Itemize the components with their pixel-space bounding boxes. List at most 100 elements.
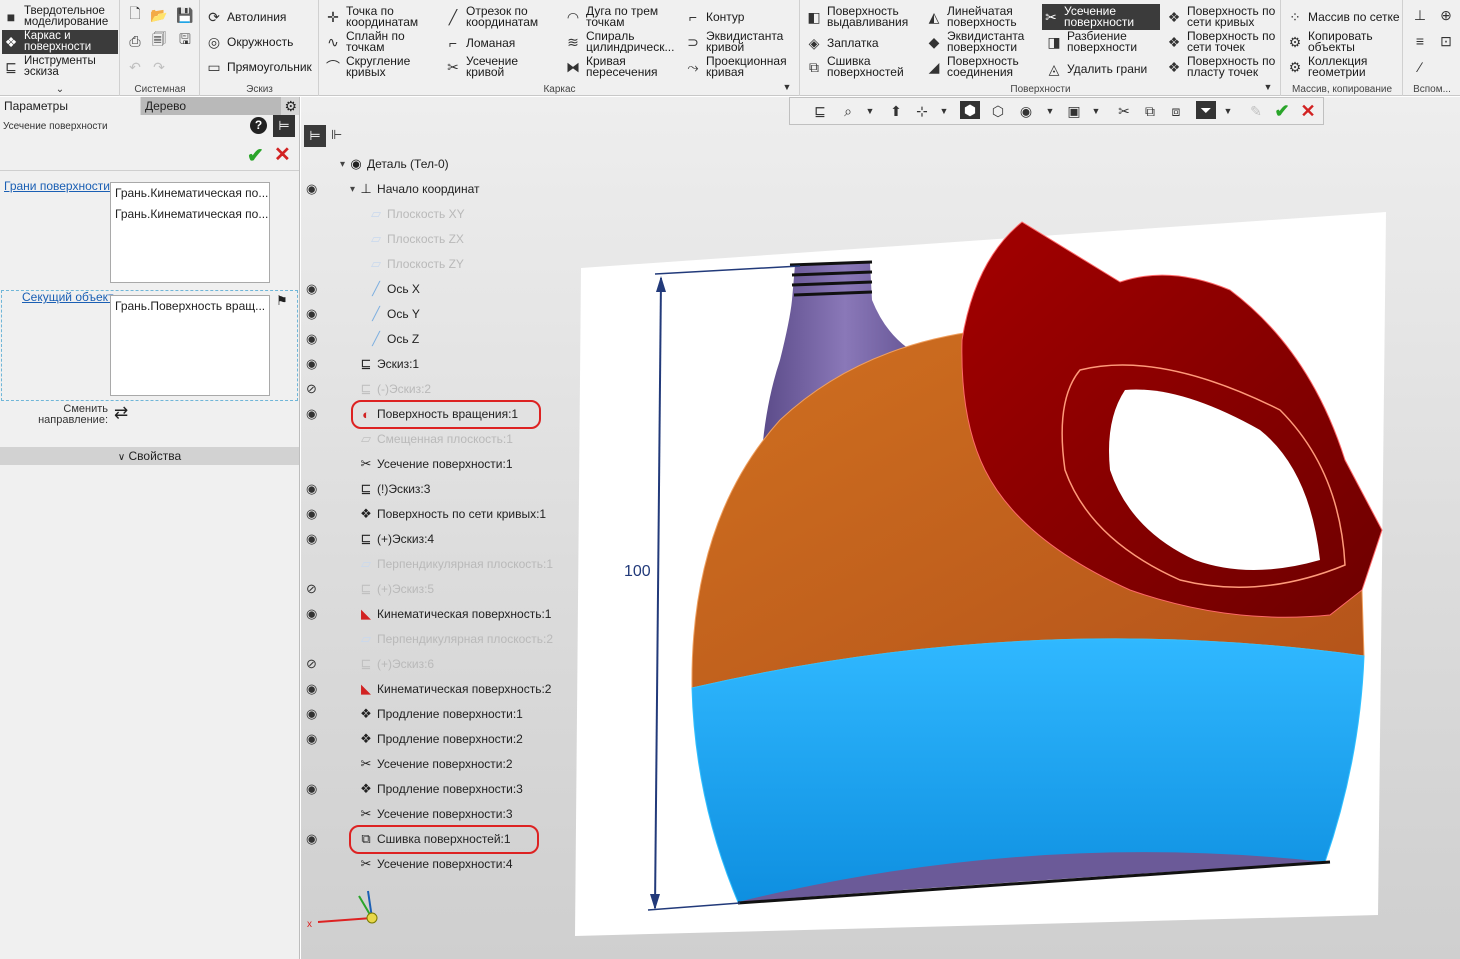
segment-button[interactable]: ╱ Отрезок по координатам — [444, 5, 544, 28]
tree-item[interactable]: ⊑ (+)Эскиз:5 — [358, 579, 435, 599]
wireframe-view-icon[interactable]: ⬡ — [988, 102, 1008, 120]
tree-item[interactable]: ⊑ (+)Эскиз:4 — [358, 529, 435, 549]
cancel-icon[interactable]: ✕ — [274, 142, 291, 167]
tree-item[interactable]: ⊑ (!)Эскиз:3 — [358, 479, 431, 499]
extrude-surface-button[interactable]: ◧ Поверхность выдавливания — [805, 5, 913, 28]
group-expand-icon[interactable]: ▼ — [777, 78, 797, 96]
trim-curve-button[interactable]: ✂ Усечение кривой — [444, 55, 526, 78]
preview-icon[interactable]: 🗐 — [149, 31, 169, 50]
tree-item[interactable]: ▱ Плоскость XY — [368, 204, 465, 224]
aux-tool-5-icon[interactable]: ∕ — [1410, 58, 1430, 76]
expand-icon[interactable]: ▾ — [340, 159, 345, 170]
grid-array-button[interactable]: ⁘ Массив по сетке — [1286, 8, 1399, 26]
tree-item[interactable]: ╱ Ось X — [368, 279, 420, 299]
open-folder-icon[interactable]: 📂 — [149, 6, 169, 24]
expand-icon[interactable]: ▾ — [350, 184, 355, 195]
tab-parameters[interactable]: Параметры — [0, 97, 140, 115]
eye-icon[interactable]: ◉ — [306, 732, 322, 745]
dropdown-arrow-icon[interactable]: ▼ — [860, 102, 880, 120]
tree-item[interactable]: ✂ Усечение поверхности:3 — [358, 804, 513, 824]
faces-label-link[interactable]: Грани поверхности — [4, 179, 110, 193]
mode-solid-button[interactable]: ■ Твердотельное моделирование — [2, 5, 118, 28]
dimension-value[interactable]: 100 — [624, 563, 651, 580]
projection-curve-button[interactable]: ⤳ Проекционная кривая — [684, 55, 792, 78]
tree-item[interactable]: ✂ Усечение поверхности:4 — [358, 854, 513, 874]
list-item[interactable]: Грань.Кинематическая по... — [111, 183, 269, 204]
gear-icon[interactable]: ⚙ — [284, 98, 297, 115]
helix-button[interactable]: ≋ Спираль цилиндрическ... — [564, 31, 678, 53]
tree-item[interactable]: ▾ ◉ Деталь (Тел-0) — [340, 154, 449, 174]
tree-item[interactable]: ⊑ Эскиз:1 — [358, 354, 420, 374]
properties-header[interactable]: ∨ Свойства — [0, 447, 299, 465]
eye-hidden-icon[interactable]: ⊘ — [306, 582, 322, 595]
curve-mesh-surface-button[interactable]: ❖ Поверхность по сети кривых — [1165, 5, 1279, 28]
autoline-button[interactable]: ⟳ Автолиния — [205, 8, 286, 26]
fillet-curves-button[interactable]: ⌒ Скругление кривых — [324, 55, 421, 78]
eye-icon[interactable]: ◉ — [306, 282, 322, 295]
model-3d-view[interactable]: 100 — [570, 200, 1400, 940]
eye-icon[interactable]: ◉ — [306, 307, 322, 320]
split-surface-button[interactable]: ◨ Разбиение поверхности — [1045, 30, 1147, 53]
cutter-list[interactable]: Грань.Поверхность вращ... — [110, 295, 270, 396]
ok-icon[interactable]: ✔ — [247, 143, 264, 168]
tree-item[interactable]: ▾ ⊥ Начало координат — [350, 179, 480, 199]
mode-sketch-button[interactable]: ⊑ Инструменты эскиза — [2, 55, 118, 78]
geometry-collection-button[interactable]: ⚙ Коллекция геометрии — [1286, 55, 1378, 78]
tree-item[interactable]: ⊑ (-)Эскиз:2 — [358, 379, 432, 399]
point-cloud-surface-button[interactable]: ❖ Поверхность по пласту точек — [1165, 55, 1279, 78]
undo-icon[interactable]: ↶ — [125, 58, 145, 76]
faces-list[interactable]: Грань.Кинематическая по... Грань.Кинемат… — [110, 182, 270, 283]
save-icon[interactable]: 💾 — [175, 6, 195, 24]
tree-item[interactable]: ✂ Усечение поверхности:2 — [358, 754, 513, 774]
tree-item[interactable]: ❖ Поверхность по сети кривых:1 — [358, 504, 546, 524]
tree-item[interactable]: ▱ Перпендикулярная плоскость:1 — [358, 554, 553, 574]
zoom-icon[interactable]: ⌕ — [838, 102, 858, 120]
delete-faces-button[interactable]: ◬ Удалить грани — [1045, 60, 1148, 78]
aux-tool-2-icon[interactable]: ⊕ — [1436, 6, 1456, 24]
eye-icon[interactable]: ◉ — [306, 832, 322, 845]
new-file-icon[interactable]: 🗋 — [125, 5, 145, 24]
stitch-button[interactable]: ⧉ Сшивка поверхностей — [805, 55, 911, 78]
pick-object-icon[interactable]: ⚑ — [276, 293, 288, 309]
point-mesh-surface-button[interactable]: ❖ Поверхность по сети точек — [1165, 30, 1279, 53]
shaded-view-icon[interactable]: ⬢ — [960, 101, 980, 119]
tree-structure-icon[interactable]: ⊩ — [331, 127, 342, 143]
switch-direction-icon[interactable]: ⇄ — [114, 403, 128, 423]
tree-item[interactable]: ╱ Ось Y — [368, 304, 420, 324]
tree-item[interactable]: ▱ Плоскость ZX — [368, 229, 464, 249]
eye-icon[interactable]: ◉ — [306, 482, 322, 495]
hide-icon[interactable]: ◉ — [1016, 102, 1036, 120]
apply-icon[interactable]: ✔ — [1272, 101, 1292, 121]
mode-surface-button[interactable]: ❖ Каркас и поверхности — [2, 30, 118, 54]
eye-icon[interactable]: ◉ — [306, 332, 322, 345]
help-icon[interactable]: ? — [250, 117, 267, 134]
offset-surface-button[interactable]: ◆ Эквидистанта поверхности — [925, 30, 1027, 53]
tree-item[interactable]: ❖ Продление поверхности:2 — [358, 729, 523, 749]
section-icon[interactable]: ✂ — [1114, 102, 1134, 120]
eye-icon[interactable]: ◉ — [306, 182, 322, 195]
copy-objects-button[interactable]: ⚙ Копировать объекты — [1286, 30, 1378, 53]
trim-surface-button[interactable]: ✂ Усечение поверхности — [1042, 4, 1160, 30]
eye-icon[interactable]: ◉ — [306, 357, 322, 370]
eye-icon[interactable]: ◉ — [306, 407, 322, 420]
display-icon[interactable]: ▣ — [1064, 102, 1084, 120]
tree-item[interactable]: ▱ Смещенная плоскость:1 — [358, 429, 513, 449]
eye-icon[interactable]: ◉ — [306, 782, 322, 795]
tree-item[interactable]: ✂ Усечение поверхности:1 — [358, 454, 513, 474]
polyline-button[interactable]: ⌐ Ломаная — [444, 34, 515, 52]
tree-item[interactable]: ▱ Плоскость ZY — [368, 254, 464, 274]
save-as-icon[interactable]: 🖫 — [175, 31, 195, 50]
tree-item[interactable]: ◣ Кинематическая поверхность:1 — [358, 604, 551, 624]
dropdown-arrow-icon[interactable]: ▼ — [934, 102, 954, 120]
arc-button[interactable]: ◠ Дуга по трем точкам — [564, 5, 666, 28]
axes-icon[interactable]: ⊹ — [912, 102, 932, 120]
dropdown-arrow-icon[interactable]: ▼ — [1040, 102, 1060, 120]
eye-icon[interactable]: ◉ — [306, 707, 322, 720]
eye-hidden-icon[interactable]: ⊘ — [306, 382, 322, 395]
close-icon[interactable]: ✕ — [1298, 101, 1318, 121]
spline-button[interactable]: ∿ Сплайн по точкам — [324, 30, 416, 53]
offset-curve-button[interactable]: ⊃ Эквидистанта кривой — [684, 30, 786, 53]
redo-icon[interactable]: ↷ — [149, 58, 169, 76]
rectangle-button[interactable]: ▭ Прямоугольник — [205, 58, 311, 76]
eye-icon[interactable]: ◉ — [306, 507, 322, 520]
